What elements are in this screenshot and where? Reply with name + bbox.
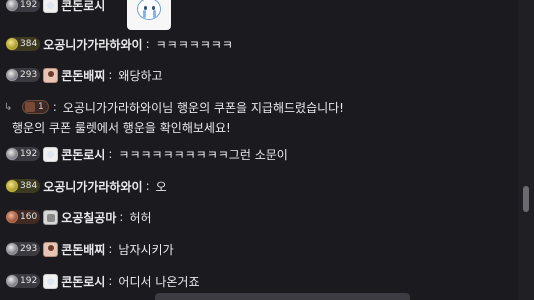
level-gem-icon <box>6 69 18 81</box>
notice-badge: 1 <box>22 100 49 114</box>
notice-badge-value: 1 <box>38 102 44 112</box>
level-badge: 192 <box>6 0 41 12</box>
emote-tear <box>153 10 156 18</box>
scrollbar-thumb[interactable] <box>523 186 529 212</box>
level-gem-icon <box>6 243 18 255</box>
reply-arrow-icon: ↳ <box>4 101 13 113</box>
level-badge-value: 192 <box>20 149 38 159</box>
chat-message: 192 콘돈로시 <box>6 0 105 16</box>
chat-text: 허허 <box>129 210 152 225</box>
system-notice: ↳ 1 : 오공니가가라하와이님 행운의 쿠폰을 지급해드렸습니다! 행운의 쿠… <box>4 97 484 137</box>
level-badge: 192 <box>6 147 41 161</box>
level-gem-icon <box>6 275 18 287</box>
level-gem-icon <box>6 148 18 160</box>
chat-separator: : <box>108 242 113 256</box>
chat-message: 192 콘돈로시 : 어디서 나온거죠 <box>6 270 200 292</box>
chat-separator: : <box>108 274 113 288</box>
chat-message: 384 오공니가가라하와이 : 오 <box>6 175 167 197</box>
chat-text: 어디서 나온거죠 <box>118 274 200 289</box>
chat-nickname[interactable]: 콘돈로시 <box>61 273 105 290</box>
chat-separator: : <box>52 100 57 114</box>
chat-text: 왜당하고 <box>118 68 163 83</box>
level-badge: 160 <box>6 210 41 224</box>
chat-scrollbar[interactable] <box>518 0 534 300</box>
level-gem-icon <box>6 0 18 11</box>
chat-separator: : <box>108 68 113 82</box>
system-notice-line: ↳ 1 : 오공니가가라하와이님 행운의 쿠폰을 지급해드렸습니다! <box>4 97 484 117</box>
chat-nickname[interactable]: 오공니가가라하와이 <box>43 36 142 53</box>
chat-message: 160 오공칠공마 : 허허 <box>6 206 152 228</box>
avatar[interactable] <box>43 241 59 257</box>
chat-nickname[interactable]: 콘돈로시 <box>61 0 105 14</box>
crying-ghost-emote-icon <box>127 0 171 30</box>
avatar[interactable] <box>43 0 59 13</box>
level-gem-icon <box>6 180 18 192</box>
chat-separator: : <box>108 147 113 161</box>
chat-nickname[interactable]: 콘돈배찌 <box>61 241 105 258</box>
chat-text: ㅋㅋㅋㅋㅋㅋㅋㅋㅋㅋ그런 소문이 <box>118 147 288 162</box>
chat-nickname[interactable]: 오공칠공마 <box>61 209 116 226</box>
avatar[interactable] <box>43 273 59 289</box>
chat-separator: : <box>145 37 150 51</box>
level-badge-value: 192 <box>20 0 38 10</box>
level-badge: 192 <box>6 274 41 288</box>
chat-nickname[interactable]: 오공니가가라하와이 <box>43 178 142 195</box>
chat-text: ㅋㅋㅋㅋㅋㅋㅋ <box>155 37 233 52</box>
emote-tear <box>143 10 146 18</box>
level-badge-value: 293 <box>20 70 38 80</box>
chat-message: 293 콘돈배찌 : 남자시키가 <box>6 238 174 260</box>
system-notice-text: 오공니가가라하와이님 행운의 쿠폰을 지급해드렸습니다! <box>62 100 344 115</box>
chat-separator: : <box>145 179 150 193</box>
level-gem-icon <box>6 38 18 50</box>
level-badge: 384 <box>6 37 41 51</box>
level-badge-value: 293 <box>20 244 38 254</box>
chat-message: 192 콘돈로시 : ㅋㅋㅋㅋㅋㅋㅋㅋㅋㅋ그런 소문이 <box>6 143 288 165</box>
chat-message: 293 콘돈배찌 : 왜당하고 <box>6 64 163 86</box>
avatar[interactable] <box>43 209 59 225</box>
emote-face <box>137 0 161 20</box>
level-badge: 293 <box>6 242 41 256</box>
system-notice-text: 행운의 쿠폰 룰렛에서 행운을 확인해보세요! <box>12 120 231 135</box>
chat-text: 오 <box>155 179 167 194</box>
level-badge: 293 <box>6 68 41 82</box>
system-notice-line: 행운의 쿠폰 룰렛에서 행운을 확인해보세요! <box>4 117 484 137</box>
chat-separator: : <box>119 210 124 224</box>
level-gem-icon <box>6 211 18 223</box>
chat-message: 384 오공니가가라하와이 : ㅋㅋㅋㅋㅋㅋㅋ <box>6 33 233 55</box>
level-badge-value: 192 <box>20 276 38 286</box>
chat-nickname[interactable]: 콘돈로시 <box>61 146 105 163</box>
chat-input-bar-edge[interactable] <box>155 293 410 300</box>
level-badge-value: 384 <box>20 181 38 191</box>
chat-panel: 192 콘돈로시 384 오공니가가라하와이 : ㅋㅋㅋㅋㅋㅋㅋ 293 콘돈배… <box>0 0 518 300</box>
chat-nickname[interactable]: 콘돈배찌 <box>61 67 105 84</box>
notice-badge-icon <box>25 102 35 112</box>
chat-text: 남자시키가 <box>118 242 174 257</box>
level-badge-value: 160 <box>20 212 38 222</box>
level-badge-value: 384 <box>20 39 38 49</box>
avatar[interactable] <box>43 146 59 162</box>
level-badge: 384 <box>6 179 41 193</box>
avatar[interactable] <box>43 67 59 83</box>
